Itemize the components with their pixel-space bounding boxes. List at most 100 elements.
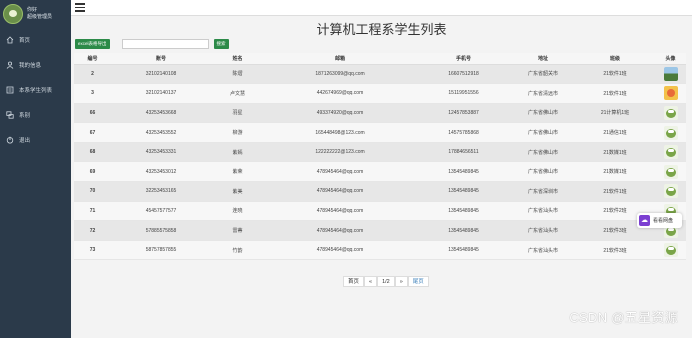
pagination-first[interactable]: 首页 <box>343 276 365 287</box>
avatar-thumbnail <box>663 125 678 140</box>
cell-name: 紫美 <box>211 181 264 202</box>
sidebar-item-label: 本系学生列表 <box>19 87 53 94</box>
cell-account: 43253453012 <box>111 161 211 183</box>
sidebar-item-label: 退出 <box>19 137 31 144</box>
sidebar-item-student-list[interactable]: 本系学生列表 <box>0 77 71 102</box>
cell-email: 478945464@qq.com <box>264 220 416 241</box>
cell-account: 32253453165 <box>111 181 211 202</box>
cell-name: 竹韵 <box>211 240 264 261</box>
column-header: 邮箱 <box>264 53 416 65</box>
table-row[interactable]: 67 43253453552 柳游 165448498@123.com 1457… <box>74 122 686 143</box>
cell-address: 广东省汕头市 <box>511 220 575 241</box>
cell-id: 2 <box>74 64 111 85</box>
column-header: 姓名 <box>211 53 264 65</box>
cell-email: 1871263099@qq.com <box>264 64 416 85</box>
sidebar-item-label: 我的信息 <box>19 62 42 69</box>
cell-phone: 13545489845 <box>416 240 511 261</box>
logout-icon <box>6 136 14 144</box>
user-profile: 你好 超级管理员 <box>0 0 71 27</box>
greeting-text: 你好 <box>27 6 38 13</box>
cell-class: 21数媒1班 <box>575 142 655 163</box>
home-icon <box>6 35 14 44</box>
cell-account: 43253453552 <box>111 122 211 143</box>
cell-class: 21数媒1班 <box>575 161 655 183</box>
cloud-drive-icon: ☁ <box>639 215 650 226</box>
sidebar-item-my-info[interactable]: 我的信息 <box>0 52 71 77</box>
sidebar-item-logout[interactable]: 退出 <box>0 127 71 152</box>
cell-address: 广东省佛山市 <box>511 161 575 183</box>
cell-address: 广东省佛山市 <box>511 122 575 143</box>
cell-id: 67 <box>74 122 111 143</box>
column-header: 头像 <box>655 53 686 65</box>
cell-address: 广东省韶关市 <box>511 64 575 85</box>
sidebar-item-label: 首页 <box>19 37 31 44</box>
network-icon <box>6 110 14 119</box>
main-content: 计算机工程系学生列表 excel表格导出 搜索 编号 账号 姓名 邮箱 手机号 … <box>71 16 692 338</box>
avatar-thumbnail <box>663 66 678 81</box>
cell-account: 32102140137 <box>111 83 211 104</box>
cell-phone: 13545489845 <box>416 181 511 202</box>
pagination-last[interactable]: 尾页 <box>407 276 429 287</box>
menu-toggle-icon[interactable] <box>75 3 85 12</box>
pagination-prev[interactable]: « <box>364 276 378 287</box>
avatar-thumbnail <box>663 243 678 258</box>
cell-class: 21软件1班 <box>575 181 655 202</box>
cell-email: 165448498@123.com <box>264 122 416 143</box>
table-row[interactable]: 70 32253453165 紫美 478945464@qq.com 13545… <box>74 181 686 202</box>
cell-name: 羽星 <box>211 103 264 124</box>
cell-account: 57885575858 <box>111 220 211 241</box>
cell-address: 广东省汕头市 <box>511 201 575 222</box>
column-header: 编号 <box>74 53 111 65</box>
cell-class: 21计算机1班 <box>575 103 655 124</box>
cell-id: 72 <box>74 220 111 241</box>
table-row[interactable]: 66 43253453668 羽星 493374920@qq.com 12457… <box>74 103 686 124</box>
cell-name: 紫嫣 <box>211 142 264 163</box>
cell-account: 43253453331 <box>111 142 211 163</box>
cell-account: 43253453668 <box>111 103 211 124</box>
sidebar-item-home[interactable]: 首页 <box>0 27 71 52</box>
cell-address: 广东省汕头市 <box>511 240 575 261</box>
cell-phone: 14575785868 <box>416 122 511 143</box>
cell-name: 紫荣 <box>211 161 264 183</box>
cell-class: 21软件1班 <box>575 64 655 85</box>
cell-account: 58757857855 <box>111 240 211 261</box>
table-row[interactable]: 2 32102140108 陈熠 1871263099@qq.com 16607… <box>74 64 686 85</box>
search-input[interactable] <box>121 38 209 49</box>
search-button[interactable]: 搜索 <box>213 38 229 49</box>
top-bar <box>71 0 692 16</box>
cell-name: 连晓 <box>211 201 264 222</box>
widget-label: 看看网盘 <box>653 218 674 224</box>
table-row[interactable]: 68 43253453331 紫嫣 122222222@123.com 1788… <box>74 142 686 163</box>
cell-email: 493374920@qq.com <box>264 103 416 124</box>
toolbar: excel表格导出 搜索 <box>75 38 229 49</box>
table-row[interactable]: 3 32102140137 卢文慧 442674969@qq.com 15119… <box>74 83 686 104</box>
cell-name: 柳游 <box>211 122 264 143</box>
avatar-thumbnail <box>663 105 678 120</box>
cell-address: 广东省佛山市 <box>511 103 575 124</box>
avatar-thumbnail <box>663 145 678 160</box>
table-row[interactable]: 72 57885575858 雷蒂 478945464@qq.com 13545… <box>74 220 686 241</box>
table-row[interactable]: 73 58757857855 竹韵 478945464@qq.com 13545… <box>74 240 686 261</box>
sidebar-item-department[interactable]: 系别 <box>0 102 71 127</box>
cell-address: 广东省深圳市 <box>511 181 575 202</box>
pagination-next[interactable]: » <box>394 276 408 287</box>
column-header: 账号 <box>111 53 211 65</box>
cell-phone: 13545489845 <box>416 220 511 241</box>
cell-id: 71 <box>74 201 111 222</box>
cell-class: 21通信1班 <box>575 122 655 143</box>
user-icon <box>6 61 14 69</box>
cell-id: 3 <box>74 83 111 104</box>
sidebar: 你好 超级管理员 首页 我的信息 本系学生列表 系别 退出 <box>0 0 71 338</box>
sidebar-item-label: 系别 <box>19 112 31 119</box>
cloud-drive-widget[interactable]: ☁ 看看网盘 <box>637 213 682 228</box>
export-excel-button[interactable]: excel表格导出 <box>75 38 110 49</box>
avatar-thumbnail <box>663 184 678 199</box>
cell-name: 陈熠 <box>211 64 264 85</box>
avatar <box>3 3 23 24</box>
cell-phone: 17884656511 <box>416 142 511 163</box>
table-row[interactable]: 71 45457577577 连晓 478945464@qq.com 13545… <box>74 201 686 222</box>
table-row[interactable]: 69 43253453012 紫荣 478945464@qq.com 13545… <box>74 161 686 183</box>
cell-class: 21软件3班 <box>575 240 655 261</box>
cell-address: 广东省佛山市 <box>511 142 575 163</box>
cell-id: 70 <box>74 181 111 202</box>
